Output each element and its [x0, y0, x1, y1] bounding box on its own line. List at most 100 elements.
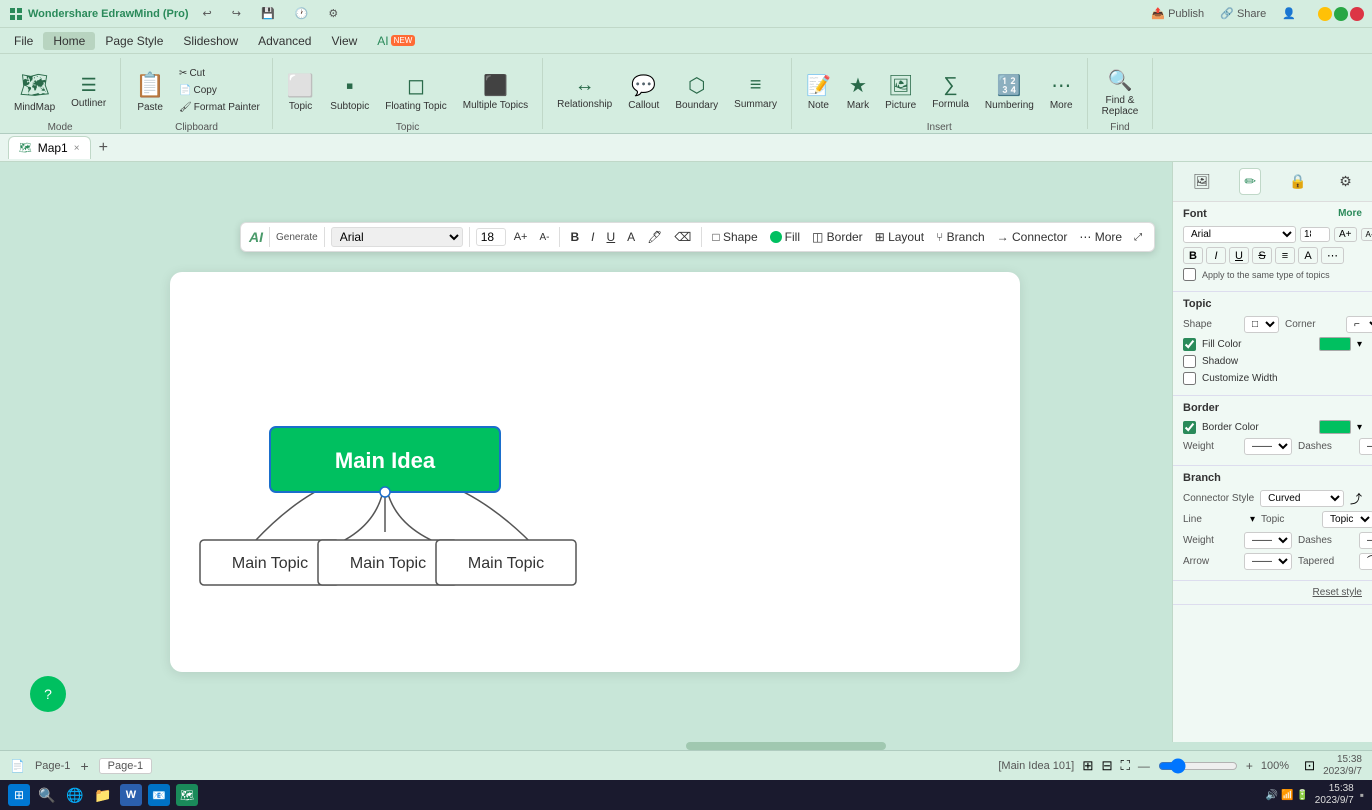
status-fullscreen-button[interactable]: ⛶ [1121, 758, 1130, 774]
corner-select[interactable]: ⌐ ◻ [1346, 316, 1372, 333]
floating-topic-button[interactable]: ◻ Floating Topic [379, 62, 453, 122]
fill-color-dropdown[interactable]: ▾ [1357, 339, 1362, 350]
layout-button[interactable]: ⊞ Layout [871, 228, 928, 246]
border-button[interactable]: ◫ Border [808, 228, 867, 246]
show-desktop-button[interactable]: ▪ [1360, 788, 1364, 802]
rp-underline-button[interactable]: U [1229, 247, 1249, 264]
help-button[interactable]: ? [30, 676, 66, 712]
border-dashes-select[interactable]: —— - - [1359, 438, 1372, 455]
more-button[interactable]: ⋯ More [1044, 62, 1079, 122]
border-color-dropdown[interactable]: ▾ [1357, 422, 1362, 433]
taskbar-search[interactable]: 🔍 [36, 784, 58, 806]
history-button[interactable]: 🕐 [289, 5, 315, 22]
collapse-button[interactable]: ⤢ [1130, 230, 1146, 245]
font-more-button[interactable]: More [1338, 208, 1362, 220]
font-size-input[interactable] [476, 228, 506, 246]
scroll-thumb[interactable] [686, 742, 886, 750]
panel-icon-lock[interactable]: 🔒 [1285, 168, 1310, 195]
taskbar-word[interactable]: W [120, 784, 142, 806]
rp-italic-button[interactable]: I [1206, 247, 1226, 264]
panel-icon-image[interactable]: 🖼 [1189, 168, 1215, 195]
rp-decrease-font-button[interactable]: A- [1361, 228, 1372, 241]
format-painter-button[interactable]: 🖌 Format Painter [175, 100, 264, 115]
fill-color-swatch[interactable] [1319, 337, 1351, 351]
shape-button[interactable]: □ Shape [708, 228, 761, 246]
shadow-checkbox[interactable] [1183, 355, 1196, 368]
page-indicator[interactable]: 📄 [10, 759, 25, 773]
selection-handle[interactable] [380, 487, 390, 497]
save-button[interactable]: 💾 [255, 5, 281, 22]
minimize-button[interactable] [1318, 7, 1332, 21]
add-page-button[interactable]: + [80, 758, 88, 774]
paste-button[interactable]: 📋 Paste [129, 62, 171, 122]
branch-topic-select[interactable]: Topic [1322, 511, 1372, 528]
status-grid-button[interactable]: ⊞ [1082, 758, 1093, 774]
relationship-button[interactable]: ↔ Relationship [551, 62, 618, 122]
settings-button[interactable]: ⚙ [322, 5, 344, 22]
zoom-slider[interactable] [1158, 758, 1238, 774]
branch-tapered-select[interactable]: ⌒ [1359, 553, 1372, 570]
rp-font-color-button[interactable]: A [1298, 247, 1318, 264]
tab-map1-close[interactable]: × [74, 143, 80, 154]
reset-style-button[interactable]: Reset style [1313, 587, 1362, 598]
border-color-swatch[interactable] [1319, 420, 1351, 434]
multiple-topics-button[interactable]: ⬛ Multiple Topics [457, 62, 534, 122]
more-options-button[interactable]: ⋯ More [1075, 228, 1126, 246]
rp-font-size-input[interactable] [1300, 227, 1330, 242]
menu-slideshow[interactable]: Slideshow [173, 32, 248, 50]
numbering-button[interactable]: 🔢 Numbering [979, 62, 1040, 122]
boundary-button[interactable]: ⬡ Boundary [669, 62, 724, 122]
close-button[interactable] [1350, 7, 1364, 21]
branch-weight-select[interactable]: —— [1244, 532, 1292, 549]
taskbar-edrawmind[interactable]: 🗺 [176, 784, 198, 806]
menu-ai[interactable]: AI NEW [367, 32, 425, 50]
shape-select[interactable]: □ ○ [1244, 316, 1279, 333]
redo-button[interactable]: ↪ [226, 5, 247, 22]
font-color-button[interactable]: A [623, 228, 639, 246]
share-button[interactable]: 🔗 Share [1214, 5, 1272, 22]
mark-button[interactable]: ★ Mark [841, 62, 875, 122]
callout-button[interactable]: 💬 Callout [622, 62, 665, 122]
fill-color-checkbox[interactable] [1183, 338, 1196, 351]
taskbar-outlook[interactable]: 📧 [148, 784, 170, 806]
maximize-button[interactable] [1334, 7, 1348, 21]
rp-more-format-button[interactable]: ⋯ [1321, 247, 1344, 264]
add-tab-button[interactable]: + [95, 139, 112, 157]
border-weight-select[interactable]: —— ─ [1244, 438, 1292, 455]
fill-button[interactable]: Fill [766, 228, 804, 246]
bold-button[interactable]: B [566, 228, 583, 246]
canvas-area[interactable]: AI Generate Arial Times New Roman A+ A- … [0, 162, 1172, 742]
taskbar-files[interactable]: 📁 [92, 784, 114, 806]
customize-width-checkbox[interactable] [1183, 372, 1196, 385]
connector-style-select[interactable]: Curved Straight [1260, 490, 1344, 507]
outliner-button[interactable]: ☰ Outliner [65, 62, 112, 122]
mindmap-button[interactable]: 🗺 MindMap [8, 62, 61, 122]
branch-line-dropdown[interactable]: ▾ [1250, 514, 1255, 525]
border-color-checkbox[interactable] [1183, 421, 1196, 434]
font-family-select[interactable]: Arial Times New Roman [331, 227, 463, 247]
rp-strikethrough-button[interactable]: S [1252, 247, 1272, 264]
fit-window-button[interactable]: ⊡ [1304, 758, 1315, 774]
branch-arrow-select[interactable]: —— [1244, 553, 1292, 570]
find-replace-button[interactable]: 🔍 Find &Replace [1096, 62, 1145, 122]
panel-icon-style[interactable]: ✏ [1239, 168, 1261, 195]
cut-button[interactable]: ✂ Cut [175, 66, 264, 81]
undo-button[interactable]: ↩ [197, 5, 218, 22]
menu-view[interactable]: View [321, 32, 367, 50]
highlight-button[interactable]: 🖊 [643, 228, 666, 246]
taskbar-start[interactable]: ⊞ [8, 784, 30, 806]
rp-increase-font-button[interactable]: A+ [1334, 227, 1357, 242]
topic-button[interactable]: ⬜ Topic [281, 62, 320, 122]
tab-map1[interactable]: 🗺 Map1 × [8, 136, 91, 159]
note-button[interactable]: 📝 Note [800, 62, 837, 122]
rp-align-button[interactable]: ≡ [1275, 247, 1295, 264]
publish-button[interactable]: 📤 Publish [1145, 5, 1210, 22]
menu-file[interactable]: File [4, 32, 43, 50]
menu-page-style[interactable]: Page Style [95, 32, 173, 50]
rp-font-family-select[interactable]: Arial Times New Roman [1183, 226, 1296, 243]
copy-button[interactable]: 📄 Copy [175, 83, 264, 98]
menu-advanced[interactable]: Advanced [248, 32, 321, 50]
formula-button[interactable]: ∑ Formula [926, 62, 975, 122]
summary-button[interactable]: ≡ Summary [728, 62, 783, 122]
decrease-font-button[interactable]: A- [535, 230, 553, 245]
